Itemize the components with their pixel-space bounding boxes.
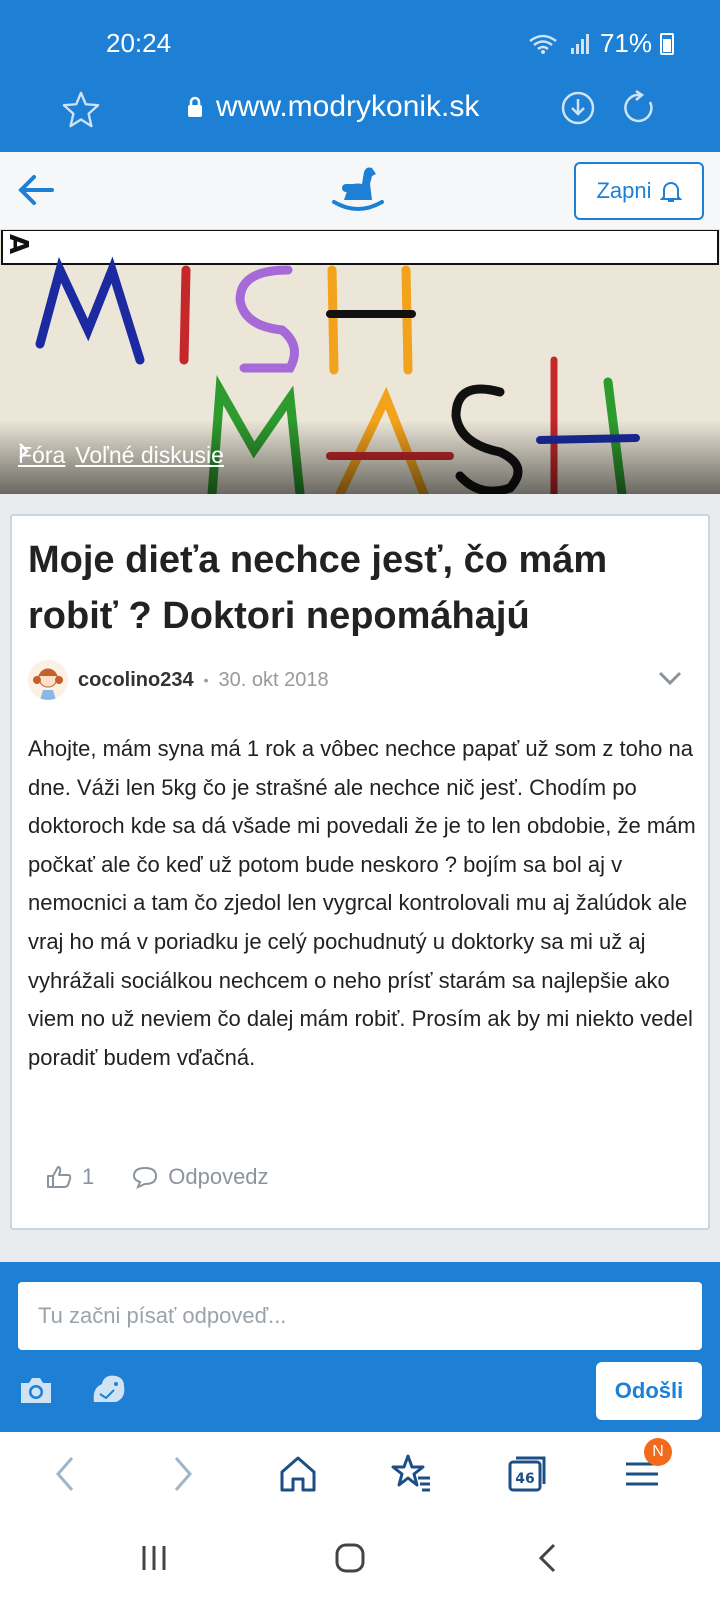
post-card: Moje dieťa nechce jesť, čo mám robiť ? D… — [10, 514, 710, 1230]
thumbs-up-icon — [47, 1166, 72, 1188]
like-count: 1 — [82, 1164, 95, 1189]
recent-apps-icon[interactable] — [136, 1540, 172, 1576]
battery-icon — [660, 32, 674, 55]
download-icon[interactable] — [560, 90, 596, 126]
subscribe-label: Zapni — [596, 178, 652, 203]
post-actions: 1 Odpovedz — [46, 1164, 307, 1190]
bookmarks-icon[interactable] — [390, 1452, 434, 1496]
tabs-icon: 46 — [508, 1456, 546, 1492]
browser-top-bar: 20:24 71% www.modrykonik.sk — [0, 0, 720, 152]
sticker-icon[interactable] — [88, 1368, 130, 1410]
system-back-icon[interactable] — [530, 1540, 566, 1576]
camera-icon[interactable] — [18, 1374, 54, 1406]
status-indicators: 71% — [528, 28, 674, 59]
speech-bubble-icon — [133, 1166, 158, 1189]
post-title: Moje dieťa nechce jesť, čo mám robiť ? D… — [28, 539, 608, 637]
rocking-horse-logo[interactable] — [330, 162, 386, 214]
avatar-girl-icon — [28, 660, 68, 700]
bell-icon — [659, 182, 682, 202]
subscribe-button[interactable]: Zapni — [574, 162, 704, 220]
wifi-icon — [529, 34, 557, 54]
signal-icon — [570, 33, 589, 54]
status-time: 20:24 — [106, 28, 172, 58]
browser-bottom-bar: 46 N — [0, 1432, 720, 1514]
menu-notification-badge: N — [644, 1438, 672, 1466]
tabs-count: 46 — [515, 1471, 534, 1487]
reload-icon[interactable] — [622, 90, 658, 126]
svg-text:A: A — [3, 234, 33, 254]
breadcrumb-free-discussions-link[interactable]: Voľné diskusie — [75, 442, 224, 469]
chevron-right-icon — [19, 443, 29, 459]
home-icon[interactable] — [276, 1452, 320, 1496]
author-row: cocolino234 • 30. okt 2018 — [28, 658, 688, 702]
avatar[interactable] — [28, 660, 68, 700]
post-date: 30. okt 2018 — [218, 668, 329, 691]
chevron-down-icon[interactable] — [656, 664, 684, 692]
reply-link[interactable]: Odpovedz — [132, 1164, 269, 1190]
author-name[interactable]: cocolino234 — [78, 669, 194, 692]
lock-icon — [188, 96, 202, 117]
reply-label: Odpovedz — [168, 1164, 269, 1189]
breadcrumb: Fóra Voľné diskusie — [18, 442, 224, 469]
site-header: Zapni — [0, 152, 720, 230]
send-button[interactable]: Odošli — [596, 1362, 702, 1420]
home-button-icon[interactable] — [332, 1540, 368, 1576]
browser-forward-icon[interactable] — [160, 1452, 204, 1496]
post-body: Ahojte, mám syna má 1 rok a vôbec nechce… — [28, 736, 696, 1070]
menu-button[interactable]: N — [620, 1438, 672, 1496]
tabs-button[interactable]: 46 — [506, 1452, 550, 1496]
url-bar[interactable]: www.modrykonik.sk — [0, 82, 720, 138]
url-text: www.modrykonik.sk — [216, 90, 480, 123]
reply-input[interactable] — [18, 1282, 702, 1350]
like-button[interactable]: 1 — [46, 1164, 94, 1190]
browser-back-icon[interactable] — [44, 1452, 88, 1496]
system-navigation-bar — [0, 1514, 720, 1600]
forum-banner: A Fóra Voľné diskusie — [0, 230, 720, 494]
battery-percent: 71% — [599, 28, 652, 58]
bookmark-star-icon[interactable] — [62, 90, 100, 128]
back-arrow-icon[interactable] — [14, 168, 58, 212]
url-field[interactable]: www.modrykonik.sk — [186, 90, 479, 124]
separator-dot: • — [203, 672, 209, 688]
reply-composer: Odošli — [0, 1262, 720, 1432]
